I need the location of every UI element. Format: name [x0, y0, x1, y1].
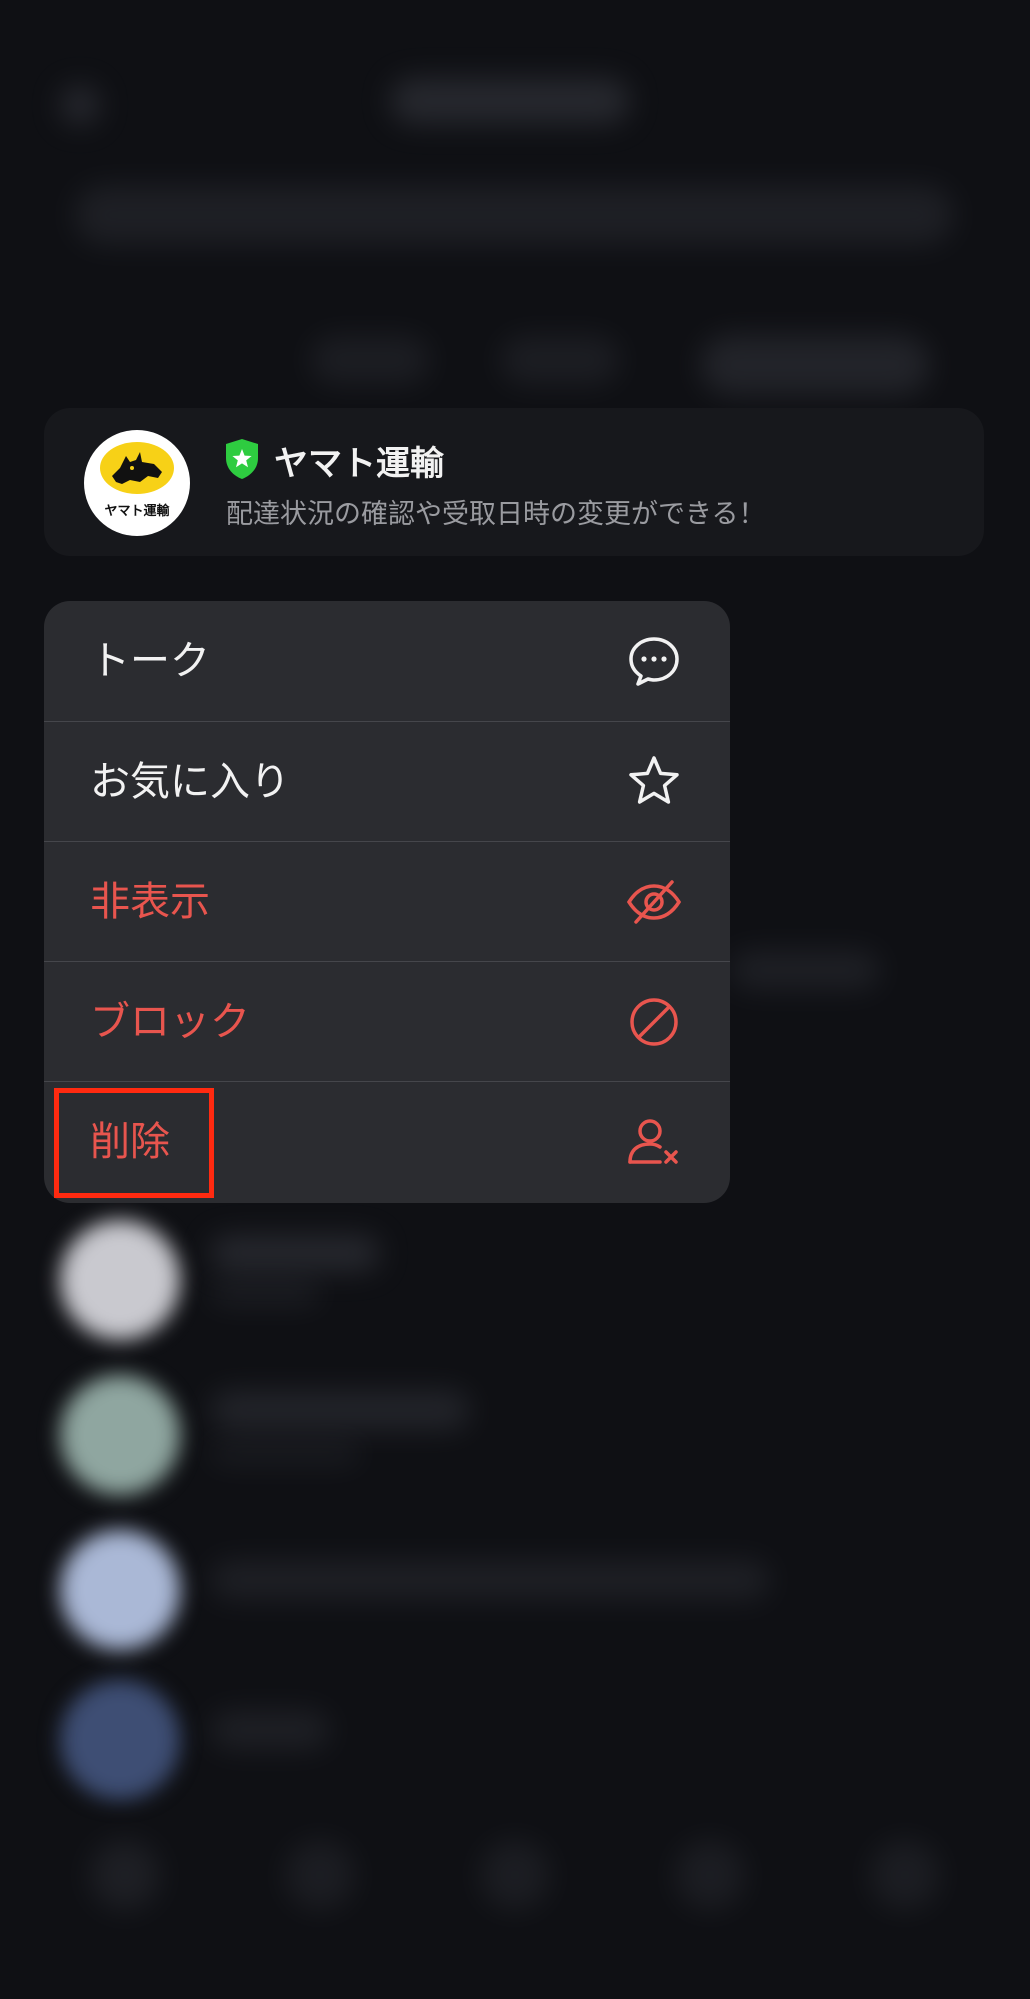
blurred-filter-chip — [310, 335, 430, 385]
blurred-filter-chip — [700, 335, 930, 395]
menu-item-label: ブロック — [90, 999, 250, 1045]
blurred-list-text — [210, 1440, 360, 1466]
blurred-list-text — [210, 1235, 380, 1271]
block-icon — [630, 998, 678, 1046]
blurred-tab-icon — [870, 1840, 940, 1910]
blurred-filter-chip — [500, 335, 620, 385]
blurred-search-bar — [74, 185, 954, 245]
chat-bubble-icon — [629, 637, 679, 686]
blurred-tab-icon — [675, 1840, 745, 1910]
chat-preview-card[interactable]: ヤマト運輸 ヤマト運輸 配達状況の確認や受取日時の変更ができる！ — [44, 408, 984, 556]
menu-item-favorite[interactable]: お気に入り — [44, 721, 730, 841]
menu-item-hide[interactable]: 非表示 — [44, 841, 730, 961]
blurred-tab-icon — [90, 1840, 160, 1910]
blurred-avatar — [60, 1375, 180, 1495]
remove-user-icon — [628, 1119, 678, 1164]
black-cat-logo-icon — [112, 452, 162, 484]
menu-item-delete[interactable]: 削除 — [44, 1081, 730, 1201]
menu-item-block[interactable]: ブロック — [44, 961, 730, 1081]
blurred-avatar — [60, 1220, 180, 1340]
blurred-avatar — [60, 1530, 180, 1650]
account-name: ヤマト運輸 — [274, 444, 444, 484]
blurred-list-text — [730, 950, 880, 990]
menu-item-label: トーク — [90, 638, 210, 684]
verified-shield-icon — [226, 439, 258, 479]
blurred-header-icon — [60, 85, 100, 125]
blurred-list-text — [210, 1560, 770, 1600]
avatar: ヤマト運輸 — [84, 430, 190, 536]
blurred-list-text — [210, 1280, 320, 1306]
menu-item-label: お気に入り — [90, 759, 290, 805]
blurred-list-text — [210, 1390, 470, 1430]
logo-text: ヤマト運輸 — [104, 504, 170, 519]
menu-item-talk[interactable]: トーク — [44, 601, 730, 721]
star-icon — [629, 756, 679, 804]
blurred-tab-icon — [480, 1840, 550, 1910]
blurred-list-text — [210, 1710, 330, 1750]
menu-item-label: 非表示 — [90, 879, 210, 925]
eye-slash-icon — [626, 880, 682, 924]
context-menu: トーク お気に入り 非表示 ブロック 削除 — [44, 601, 730, 1203]
blurred-header-title — [390, 78, 630, 124]
menu-item-label: 削除 — [90, 1119, 170, 1165]
account-description: 配達状況の確認や受取日時の変更ができる！ — [226, 499, 766, 530]
blurred-avatar — [60, 1680, 180, 1800]
blurred-tab-icon — [285, 1840, 355, 1910]
